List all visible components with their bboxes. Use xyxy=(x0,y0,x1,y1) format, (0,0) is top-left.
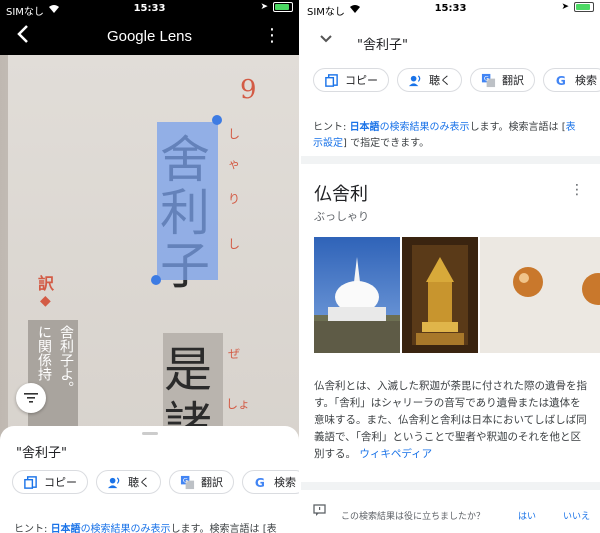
hint-language-link[interactable]: 日本語 xyxy=(350,122,380,133)
location-icon: ➤ xyxy=(260,2,268,12)
status-time: 15:33 xyxy=(434,3,467,14)
feedback-icon xyxy=(313,504,326,519)
chevron-down-icon[interactable] xyxy=(319,32,333,48)
feedback-question: この検索結果は役に立ちましたか？ xyxy=(341,512,486,522)
svg-text:G: G xyxy=(484,74,489,82)
chip-label: 検索 xyxy=(274,476,296,489)
entity-description: 仏舎利とは、入滅した釈迦が荼毘に付された際の遺骨を指す。「舎利」はシャリーラの音… xyxy=(314,380,587,460)
copy-icon xyxy=(325,73,338,87)
status-bar: SIMなし 15:33 ➤ xyxy=(301,0,600,18)
translate-chip[interactable]: G 翻訳 xyxy=(470,68,535,92)
entity-reading: ぶっしゃり xyxy=(314,210,369,223)
listen-chip[interactable]: 聴く xyxy=(96,470,161,494)
chip-label: コピー xyxy=(345,74,378,87)
more-vert-icon[interactable]: ⋮ xyxy=(263,25,281,46)
google-icon: G xyxy=(255,476,265,490)
svg-text:G: G xyxy=(183,476,188,484)
lens-results-view: SIMなし 15:33 ➤ "舎利子" コピー 聴く G 翻訳 G 検索 ヒント… xyxy=(301,0,600,533)
results-header: "舎利子" xyxy=(301,30,600,60)
entity-image-relic-beads[interactable] xyxy=(480,237,600,353)
entity-image-reliquary[interactable] xyxy=(402,237,478,353)
app-title: Google Lens xyxy=(106,28,193,45)
status-bar: SIMなし 15:33 ➤ xyxy=(0,0,299,18)
filter-button[interactable] xyxy=(16,383,46,413)
furigana: しょ xyxy=(226,397,251,411)
hint-filter-link[interactable]: の検索結果のみ表示 xyxy=(81,524,171,533)
feedback-yes-button[interactable]: はい xyxy=(518,509,536,522)
feedback-bar: この検索結果は役に立ちましたか？ はい いいえ xyxy=(301,500,600,530)
translate-chip[interactable]: G 翻訳 xyxy=(169,470,234,494)
listen-chip[interactable]: 聴く xyxy=(397,68,462,92)
svg-text:G: G xyxy=(255,476,265,490)
search-chip[interactable]: G 検索 xyxy=(242,470,299,494)
diamond-icon: ◆ xyxy=(40,293,51,309)
search-chip[interactable]: G 検索 xyxy=(543,68,600,92)
action-chips: コピー 聴く G 翻訳 G 検索 xyxy=(313,68,600,92)
text-selection-highlight[interactable] xyxy=(157,122,218,280)
battery-icon xyxy=(574,2,594,12)
listen-icon xyxy=(107,476,120,488)
sheet-drag-handle[interactable] xyxy=(142,432,158,435)
page-number: 9 xyxy=(240,75,257,105)
svg-text:G: G xyxy=(556,74,566,88)
side-text: 舎利子よ。 xyxy=(58,325,74,395)
furigana: ゃ xyxy=(228,157,241,171)
language-hint: ヒント: 日本語の検索結果のみ表示します。検索言語は [表 xyxy=(14,524,277,533)
side-text: に関係持 xyxy=(36,325,52,381)
hint-settings-link[interactable]: 示設定 xyxy=(313,138,343,149)
copy-chip[interactable]: コピー xyxy=(313,68,389,92)
translate-icon: G xyxy=(481,73,496,87)
more-vert-icon[interactable]: ⋮ xyxy=(570,182,584,198)
chip-label: 翻訳 xyxy=(502,74,524,87)
action-chips: コピー 聴く G 翻訳 G 検索 xyxy=(12,470,299,494)
translate-icon: G xyxy=(180,475,195,489)
furigana: り xyxy=(228,192,241,206)
lens-header: Google Lens ⋮ xyxy=(0,18,299,55)
selection-handle-top[interactable] xyxy=(212,115,222,125)
camera-image: 9 舍 利 子 し ゃ り し 是 諸 ぜ しょ 訳 ◆ 舎利子よ。 に関係持 xyxy=(0,55,299,475)
side-label: 訳 xyxy=(38,274,55,293)
selected-query: "舎利子" xyxy=(16,446,67,461)
selection-handle-bottom[interactable] xyxy=(151,275,161,285)
selected-query: "舎利子" xyxy=(357,38,408,53)
battery-icon xyxy=(273,2,293,12)
chip-label: コピー xyxy=(44,476,77,489)
chip-label: 検索 xyxy=(575,74,597,87)
results-bottom-sheet[interactable]: "舎利子" コピー 聴く G 翻訳 G 検索 ヒント: 日本語の検索結果のみ表示… xyxy=(0,426,299,533)
furigana: し xyxy=(228,237,241,251)
feedback-no-button[interactable]: いいえ xyxy=(563,509,590,522)
wikipedia-link[interactable]: ウィキペディア xyxy=(359,448,432,460)
furigana: ぜ xyxy=(228,347,241,361)
google-icon: G xyxy=(556,74,566,88)
chip-label: 聴く xyxy=(128,476,150,489)
hint-filter-link[interactable]: の検索結果のみ表示 xyxy=(380,122,470,133)
status-time: 15:33 xyxy=(133,3,166,14)
hint-settings-link[interactable]: 表 xyxy=(566,122,576,133)
hint-language-link[interactable]: 日本語 xyxy=(51,524,81,533)
language-hint-line2: 示設定] で指定できます。 xyxy=(313,138,430,149)
entity-title[interactable]: 仏舎利 xyxy=(314,180,368,206)
filter-icon xyxy=(24,393,38,403)
location-icon: ➤ xyxy=(561,2,569,12)
furigana: し xyxy=(228,127,241,141)
copy-icon xyxy=(24,475,37,489)
language-hint: ヒント: 日本語の検索結果のみ表示します。検索言語は [表 xyxy=(313,122,576,133)
chip-label: 翻訳 xyxy=(201,476,223,489)
entity-image-stupa[interactable] xyxy=(314,237,400,353)
chip-label: 聴く xyxy=(429,74,451,87)
copy-chip[interactable]: コピー xyxy=(12,470,88,494)
listen-icon xyxy=(408,74,421,86)
lens-camera-view: SIMなし 15:33 ➤ Google Lens ⋮ 9 舍 利 子 し ゃ … xyxy=(0,0,299,533)
